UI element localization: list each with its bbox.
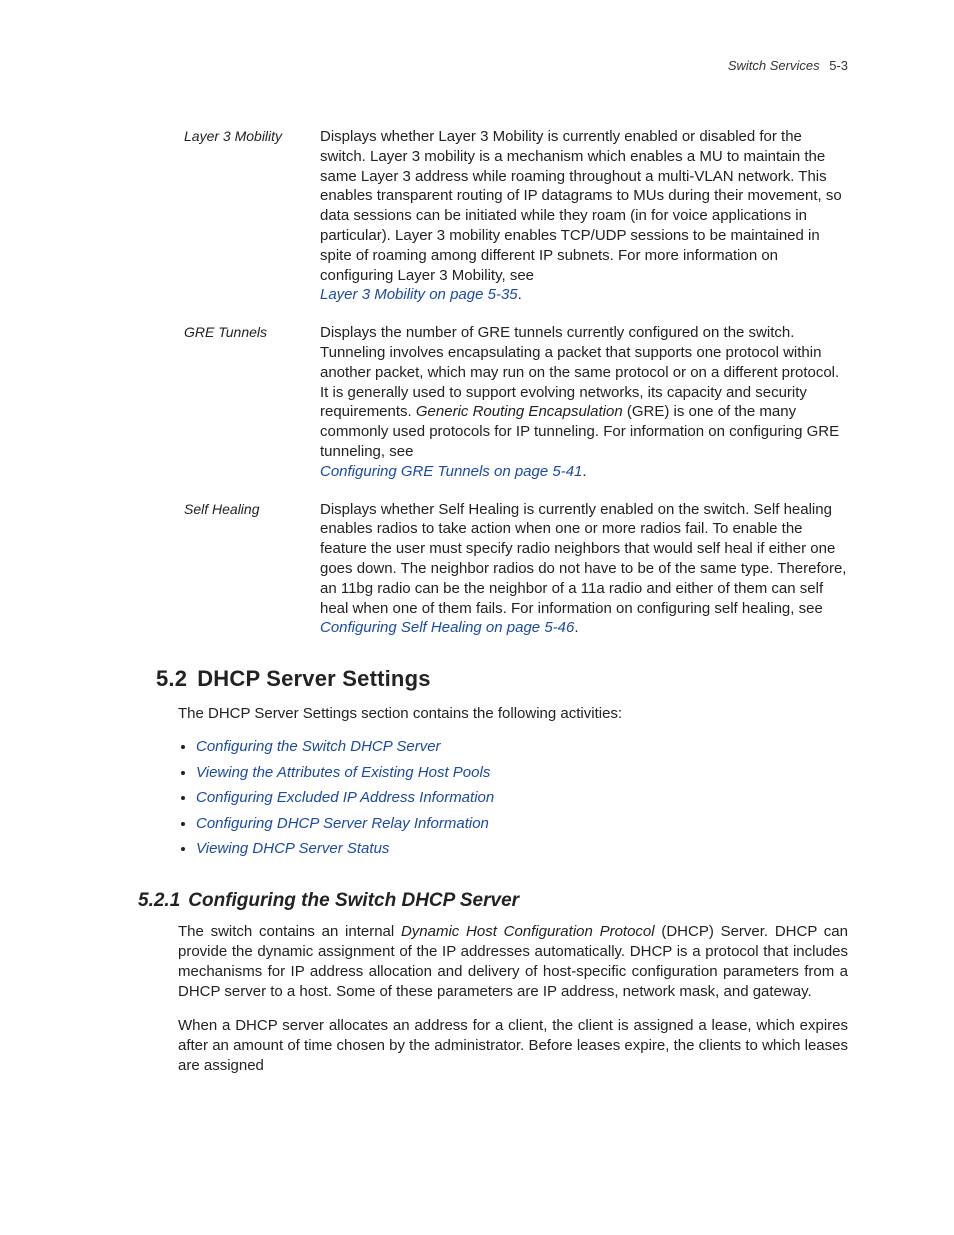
subsection-number: 5.2.1 (138, 890, 180, 911)
paragraph-text: The switch contains an internal (178, 923, 401, 940)
section-intro: The DHCP Server Settings section contain… (178, 704, 848, 724)
section-link-item[interactable]: Configuring the Switch DHCP Server (196, 734, 848, 760)
definition-body: Displays the number of GRE tunnels curre… (320, 323, 848, 481)
cross-reference-link[interactable]: Configuring Self Healing on page 5-46 (320, 619, 574, 636)
definition-body: Displays whether Self Healing is current… (320, 500, 848, 639)
definition-term: Self Healing (184, 500, 320, 639)
paragraph: The switch contains an internal Dynamic … (178, 922, 848, 1002)
cross-reference-link[interactable]: Configuring GRE Tunnels on page 5-41 (320, 463, 582, 480)
definition-row: GRE Tunnels Displays the number of GRE t… (184, 323, 848, 481)
italic-term: Dynamic Host Configuration Protocol (401, 923, 655, 940)
page-header: Switch Services 5-3 (178, 58, 848, 73)
section-link-list: Configuring the Switch DHCP Server Viewi… (196, 734, 848, 862)
header-page-number: 5-3 (829, 58, 848, 73)
italic-term: Generic Routing Encapsulation (416, 403, 623, 420)
header-section-title: Switch Services (728, 58, 820, 73)
definition-row: Self Healing Displays whether Self Heali… (184, 500, 848, 639)
section-number: 5.2 (156, 666, 187, 691)
section-link-item[interactable]: Configuring DHCP Server Relay Informatio… (196, 811, 848, 837)
section-link-item[interactable]: Viewing DHCP Server Status (196, 836, 848, 862)
link-suffix: . (518, 286, 522, 303)
definition-row: Layer 3 Mobility Displays whether Layer … (184, 127, 848, 305)
section-heading: 5.2 DHCP Server Settings (156, 666, 848, 692)
section-link-item[interactable]: Viewing the Attributes of Existing Host … (196, 760, 848, 786)
paragraph: When a DHCP server allocates an address … (178, 1016, 848, 1076)
definition-text: Displays whether Self Healing is current… (320, 501, 846, 617)
definition-term: GRE Tunnels (184, 323, 320, 481)
subsection-heading: 5.2.1 Configuring the Switch DHCP Server (138, 890, 848, 912)
definition-table: Layer 3 Mobility Displays whether Layer … (184, 127, 848, 638)
link-suffix: . (574, 619, 578, 636)
definition-text: Displays whether Layer 3 Mobility is cur… (320, 128, 842, 284)
definition-term: Layer 3 Mobility (184, 127, 320, 305)
link-suffix: . (582, 463, 586, 480)
definition-body: Displays whether Layer 3 Mobility is cur… (320, 127, 848, 305)
section-link-item[interactable]: Configuring Excluded IP Address Informat… (196, 785, 848, 811)
subsection-title: Configuring the Switch DHCP Server (188, 890, 519, 911)
cross-reference-link[interactable]: Layer 3 Mobility on page 5-35 (320, 286, 518, 303)
section-title: DHCP Server Settings (197, 666, 430, 691)
